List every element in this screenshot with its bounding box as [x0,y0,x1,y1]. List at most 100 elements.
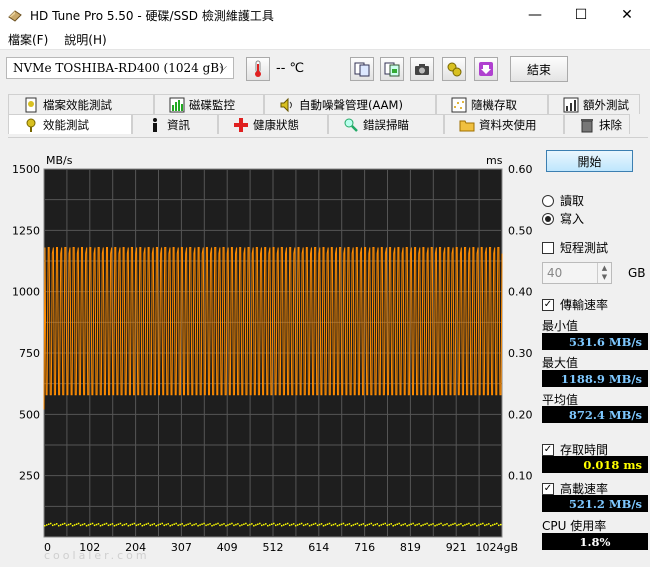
trash-icon [579,117,595,133]
access-time-point [446,523,448,525]
access-time-point [298,523,301,525]
exit-button[interactable]: 結束 [510,56,568,82]
access-time-point [183,524,185,527]
access-time-point [388,523,390,526]
minimize-button[interactable]: — [512,0,558,30]
access-time-point [215,523,217,525]
access-time-point [450,524,452,526]
tab-disk-monitor[interactable]: 磁碟監控 [154,94,264,114]
tab-folder-usage[interactable]: 資料夾使用 [444,114,564,134]
access-time-point [187,523,189,525]
short-test-checkbox[interactable] [542,241,554,254]
folder-icon [459,117,475,133]
start-button[interactable]: 開始 [546,150,633,172]
write-radio[interactable] [542,212,554,225]
title-bar: HD Tune Pro 5.50 - 硬碟/SSD 檢測維護工具 — ☐ ✕ [0,0,650,30]
access-time-point [430,523,432,526]
tab-info[interactable]: 資訊 [132,114,218,134]
short-test-unit: GB [628,266,646,280]
access-time-point [332,523,335,526]
speaker-icon [279,97,295,113]
access-time-point [478,524,480,526]
burst-rate-value: 521.2 MB/s [542,495,648,512]
access-time-point [173,523,175,525]
access-time-point [346,523,349,526]
y-right-unit-label: ms [486,154,503,167]
copy-graph-button[interactable] [380,57,404,81]
access-time-point [65,524,68,527]
access-time-point [147,522,150,525]
access-time-point [360,523,363,526]
benchmark-icon [23,117,39,133]
access-time-point [318,523,321,526]
copy-info-button[interactable] [350,57,374,81]
spin-buttons[interactable]: ▲ ▼ [597,263,611,283]
short-test-option[interactable]: 短程測試 [542,239,608,256]
x-tick-label: 512 [263,541,284,554]
tab-random-access[interactable]: 隨機存取 [436,94,548,114]
access-time-point [259,522,261,525]
close-button[interactable]: ✕ [604,0,650,30]
save-button[interactable] [474,57,498,81]
tab-erase[interactable]: 抹除 [564,114,630,134]
access-time-point [352,524,355,526]
transfer-rate-option[interactable]: ✓ 傳輸速率 [542,296,608,313]
tab-error-scan[interactable]: 錯誤掃瞄 [328,114,444,134]
drive-select[interactable]: NVMe TOSHIBA-RD400 (1024 gB) ⌵ [6,57,234,79]
access-time-point [410,523,412,525]
access-time-point [89,523,92,525]
short-test-size-value: 40 [547,266,563,280]
access-time-point [426,522,428,525]
read-option[interactable]: 讀取 [542,192,584,209]
access-time-point [474,523,476,525]
access-time-point [157,524,160,526]
options-button[interactable] [442,57,466,81]
access-time-point [348,523,351,525]
access-time-point [470,524,472,527]
access-time-point [117,523,120,525]
y-left-unit-label: MB/s [46,154,73,167]
access-time-point [121,524,124,527]
access-time-point [452,523,454,525]
maximize-button[interactable]: ☐ [558,0,604,30]
access-time-point [284,523,287,525]
access-time-point [139,523,142,525]
thermometer-button[interactable] [246,57,270,81]
access-time-point [416,523,418,526]
menu-help[interactable]: 說明(H) [56,31,114,48]
access-time-point [185,524,187,526]
tab-aam[interactable]: 自動噪聲管理(AAM) [264,94,436,114]
access-time-point [308,524,311,527]
min-label: 最小值 [542,319,579,333]
access-time-point [480,523,482,525]
menu-file[interactable]: 檔案(F) [0,31,56,48]
access-time-point [101,524,104,526]
access-time-point [436,524,438,526]
access-time-point [294,524,297,527]
screenshot-button[interactable] [410,57,434,81]
tab-file-benchmark[interactable]: 檔案效能測試 [8,94,154,114]
access-time-point [241,524,243,526]
write-option[interactable]: 寫入 [542,210,584,227]
tab-benchmark[interactable]: 效能測試 [8,114,132,134]
access-time-point [324,524,327,526]
access-time-point [286,522,289,525]
access-time-point [398,522,400,525]
burst-rate-checkbox[interactable]: ✓ [542,482,554,495]
access-time-point [211,524,213,527]
access-time-point [247,524,249,527]
access-time-point [245,522,247,525]
transfer-rate-checkbox[interactable]: ✓ [542,298,554,311]
short-test-size-input[interactable]: 40 ▲ ▼ [542,262,612,284]
read-radio[interactable] [542,194,554,207]
temperature-value: -- ℃ [276,61,305,76]
access-time-point [271,523,273,525]
tab-health[interactable]: 健康狀態 [218,114,328,134]
access-time-checkbox[interactable]: ✓ [542,443,554,456]
access-time-point [362,523,365,525]
tab-extra-tests[interactable]: 額外測試 [548,94,640,114]
access-time-point [213,524,215,526]
copy-icon [354,62,370,77]
access-time-point [239,524,241,527]
access-time-point [191,524,193,527]
